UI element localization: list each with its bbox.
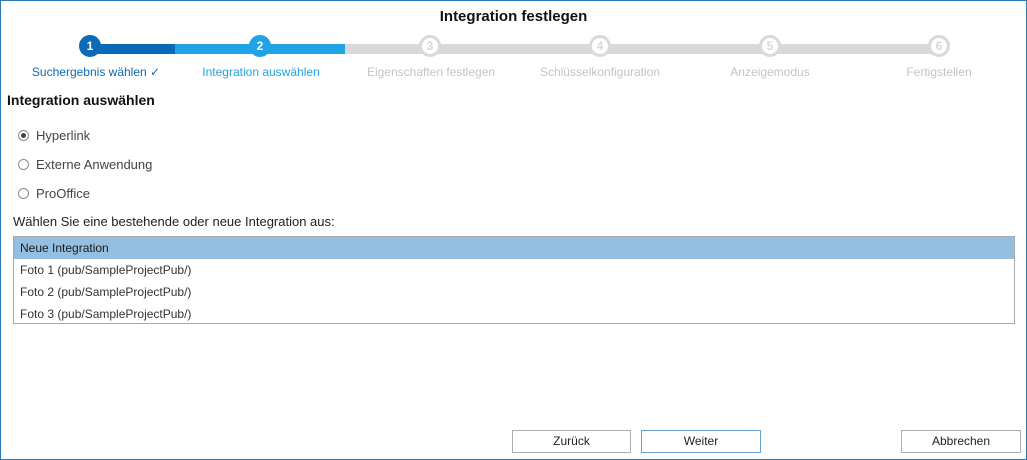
step-label-1: Suchergebnis wählen ✓: [31, 65, 161, 79]
step-circle-3: 3: [419, 35, 441, 57]
cancel-button[interactable]: Abbrechen: [901, 430, 1021, 453]
radio-option-externe-anwendung[interactable]: Externe Anwendung: [18, 155, 152, 173]
step-circle-4: 4: [589, 35, 611, 57]
step-label-2: Integration auswählen: [202, 65, 320, 79]
list-prompt: Wählen Sie eine bestehende oder neue Int…: [13, 214, 335, 229]
radio-label: ProOffice: [36, 185, 90, 201]
radio-option-hyperlink[interactable]: Hyperlink: [18, 126, 90, 144]
radio-label: Externe Anwendung: [36, 156, 153, 172]
step-track-1: [90, 44, 175, 54]
radio-button[interactable]: [18, 187, 29, 199]
radio-button[interactable]: [18, 129, 29, 141]
next-button[interactable]: Weiter: [641, 430, 761, 453]
step-track-2: [175, 44, 260, 54]
radio-button[interactable]: [18, 158, 29, 170]
step-label-6: Fertigstellen: [906, 65, 972, 79]
list-item[interactable]: Foto 1 (pub/SampleProjectPub/): [14, 259, 1014, 281]
step-circle-2: 2: [249, 35, 271, 57]
step-label-3: Eigenschaften festlegen: [366, 65, 496, 79]
list-item[interactable]: Foto 3 (pub/SampleProjectPub/): [14, 303, 1014, 325]
list-item[interactable]: Foto 2 (pub/SampleProjectPub/): [14, 281, 1014, 303]
radio-option-prooffice[interactable]: ProOffice: [18, 184, 90, 202]
step-label-5: Anzeigemodus: [730, 65, 810, 79]
step-circle-1: 1: [79, 35, 101, 57]
list-item[interactable]: Neue Integration: [14, 237, 1014, 259]
wizard-stepper: 1 2 3 4 5 6 Suchergebnis wählen ✓ Integr…: [0, 32, 1027, 82]
step-label-4: Schlüsselkonfiguration: [539, 65, 661, 79]
section-title: Integration auswählen: [7, 92, 155, 108]
back-button[interactable]: Zurück: [512, 430, 631, 453]
integration-listbox[interactable]: Neue Integration Foto 1 (pub/SampleProje…: [13, 236, 1015, 324]
dialog-title: Integration festlegen: [439, 8, 588, 25]
step-circle-5: 5: [759, 35, 781, 57]
step-track-3: [260, 44, 345, 54]
radio-label: Hyperlink: [36, 127, 91, 143]
step-circle-6: 6: [928, 35, 950, 57]
